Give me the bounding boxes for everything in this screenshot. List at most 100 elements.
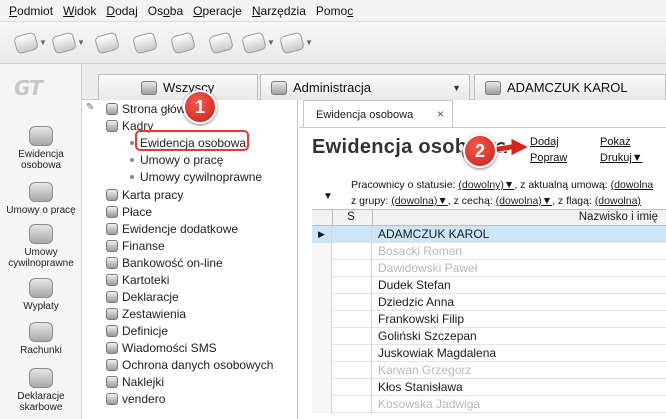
toolbar: ▼ ▼ ▼ ▼ xyxy=(0,22,666,64)
popraw-link[interactable]: Popraw xyxy=(530,152,567,164)
close-icon[interactable]: × xyxy=(437,107,444,121)
table-row[interactable]: Dziedzic Anna xyxy=(312,294,666,311)
toolbar-button-print[interactable]: ▼ xyxy=(241,28,276,58)
nav-wyplaty[interactable]: Wypłaty xyxy=(0,278,82,312)
tree-highlight-box xyxy=(135,130,249,151)
table-row[interactable]: Bosacki Roman xyxy=(312,243,666,260)
tree-karta-pracy[interactable]: Karta pracy xyxy=(106,186,183,203)
link-icon xyxy=(208,30,234,55)
person-card-icon xyxy=(29,126,53,146)
table-row[interactable]: Frankowski Filip xyxy=(312,311,666,328)
nav-deklaracje-skarbowe[interactable]: Deklaracje skarbowe xyxy=(0,368,82,413)
menu-widok[interactable]: Widok xyxy=(58,4,101,18)
tree-bankowosc-online[interactable]: Bankowość on-line xyxy=(106,254,223,271)
filter-row-group: z grupy: (dowolna)▼, z cechą: (dowolna)▼… xyxy=(351,195,641,207)
toolbar-button-users[interactable] xyxy=(166,28,200,58)
menu-bar: Podmiot Widok Dodaj Osoba Operacje Narzę… xyxy=(0,0,666,22)
menu-operacje[interactable]: Operacje xyxy=(188,4,247,18)
feature-filter-dropdown[interactable]: (dowolna)▼ xyxy=(496,195,553,207)
contract-filter-dropdown[interactable]: (dowolna xyxy=(611,179,654,191)
bullet-icon xyxy=(130,174,134,179)
table-row[interactable]: ▶ ADAMCZUK KAROL xyxy=(312,226,666,243)
group-filter-dropdown[interactable]: (dowolna)▼ xyxy=(391,195,448,207)
table-row[interactable]: Kosowska Jadwiga xyxy=(312,396,666,413)
tab-wszyscy[interactable]: Wszyscy xyxy=(98,74,258,100)
menu-narzedzia[interactable]: Narzędzia xyxy=(247,4,311,18)
toolbar-button-forward[interactable]: ▼ xyxy=(51,28,86,58)
menu-dodaj[interactable]: Dodaj xyxy=(101,4,142,18)
tabs-bar: Wszyscy Administracja ▼ ADAMCZUK KAROL xyxy=(82,64,666,100)
content-tab-ewidencja[interactable]: Ewidencja osobowa × xyxy=(303,100,453,128)
filter-row-status: Pracownicy o statusie: (dowolny)▼, z akt… xyxy=(351,179,654,191)
finance-icon xyxy=(106,239,118,252)
callout-badge-1: 1 xyxy=(183,90,217,124)
row-pointer-icon: ▶ xyxy=(312,226,332,243)
tree-wiadomosci-sms[interactable]: Wiadomości SMS xyxy=(106,339,217,356)
nav-ewidencja-osobowa[interactable]: Ewidencja osobowa xyxy=(0,126,82,171)
tree-place[interactable]: Płace xyxy=(106,203,152,220)
tab-divider xyxy=(299,127,666,128)
chevron-down-icon: ▼ xyxy=(77,38,85,47)
tree-ochrona-danych[interactable]: Ochrona danych osobowych xyxy=(106,356,273,373)
tab-adamczuk-karol[interactable]: ADAMCZUK KAROL xyxy=(474,74,666,100)
home-icon xyxy=(106,102,118,115)
menu-podmiot[interactable]: Podmiot xyxy=(4,4,58,18)
bill-icon xyxy=(29,322,53,342)
table-row[interactable]: Goliński Szczepan xyxy=(312,328,666,345)
pin-icon[interactable]: ✎ xyxy=(86,102,94,113)
tab-administracja[interactable]: Administracja ▼ xyxy=(260,74,470,100)
vendero-icon xyxy=(106,392,118,405)
column-header-s[interactable]: S xyxy=(342,211,360,223)
table-row[interactable]: Dudek Stefan xyxy=(312,277,666,294)
group-icon xyxy=(141,80,157,95)
report-icon xyxy=(106,307,118,320)
menu-osoba[interactable]: Osoba xyxy=(143,4,188,18)
menu-pomoc[interactable]: Pomoc xyxy=(311,4,358,18)
column-header-nazwisko[interactable]: Nazwisko i imię xyxy=(579,211,658,223)
nav-umowy-cywilnoprawne[interactable]: Umowy cywilnoprawne xyxy=(0,224,82,269)
tree-naklejki[interactable]: Naklejki xyxy=(106,373,164,390)
nav-rachunki[interactable]: Rachunki xyxy=(0,322,82,356)
records-icon xyxy=(106,222,118,235)
calendar-icon xyxy=(106,188,118,201)
tree-kartoteki[interactable]: Kartoteki xyxy=(106,271,169,288)
pokaz-link[interactable]: Pokaż xyxy=(600,136,631,148)
table-row[interactable]: Kłos Stanisława xyxy=(312,379,666,396)
tree-deklaracje[interactable]: Deklaracje xyxy=(106,288,179,305)
print-icon xyxy=(241,30,267,55)
toolbar-button-link[interactable] xyxy=(204,28,238,58)
tree-zestawienia[interactable]: Zestawienia xyxy=(106,305,186,322)
toolbar-button-help[interactable]: ▼ xyxy=(279,28,314,58)
bullet-icon xyxy=(130,140,134,145)
toolbar-button-back[interactable]: ▼ xyxy=(13,28,48,58)
nav-umowy-o-prace[interactable]: Umowy o pracę xyxy=(0,182,82,216)
tree-ewidencje-dodatkowe[interactable]: Ewidencje dodatkowe xyxy=(106,220,238,237)
filter-toggle-icon[interactable]: ▼ xyxy=(323,191,333,202)
back-icon xyxy=(13,30,39,55)
admin-group-icon xyxy=(271,80,287,95)
status-filter-dropdown[interactable]: (dowolny)▼ xyxy=(458,179,514,191)
toolbar-button-eraser[interactable] xyxy=(128,28,162,58)
table-row[interactable]: Juskowiak Magdalena xyxy=(312,345,666,362)
tree-finanse[interactable]: Finanse xyxy=(106,237,165,254)
flag-filter-dropdown[interactable]: (dowolna) xyxy=(595,195,641,207)
tree-umowy-o-prace[interactable]: Umowy o pracę xyxy=(130,151,223,168)
users-icon xyxy=(170,30,196,55)
tree-definicje[interactable]: Definicje xyxy=(106,322,168,339)
forward-icon xyxy=(51,30,77,55)
tree-vendero[interactable]: vendero xyxy=(106,390,165,407)
drukuj-link[interactable]: Drukuj▼ xyxy=(600,152,643,164)
settings-icon xyxy=(106,324,118,337)
chevron-down-icon[interactable]: ▼ xyxy=(452,83,461,93)
bank-icon xyxy=(106,256,118,269)
table-row[interactable]: Karwan Grzegorz xyxy=(312,362,666,379)
table-row[interactable]: Dawidowski Paweł xyxy=(312,260,666,277)
folder-icon xyxy=(106,273,118,286)
left-navigation: GT Ewidencja osobowa Umowy o pracę Umowy… xyxy=(0,64,82,419)
document-pen-icon xyxy=(29,224,53,244)
toolbar-button-refresh[interactable] xyxy=(90,28,124,58)
tree-umowy-cywilnoprawne[interactable]: Umowy cywilnoprawne xyxy=(130,168,262,185)
shield-icon xyxy=(106,358,118,371)
sticker-icon xyxy=(106,375,118,388)
chevron-down-icon: ▼ xyxy=(39,38,47,47)
